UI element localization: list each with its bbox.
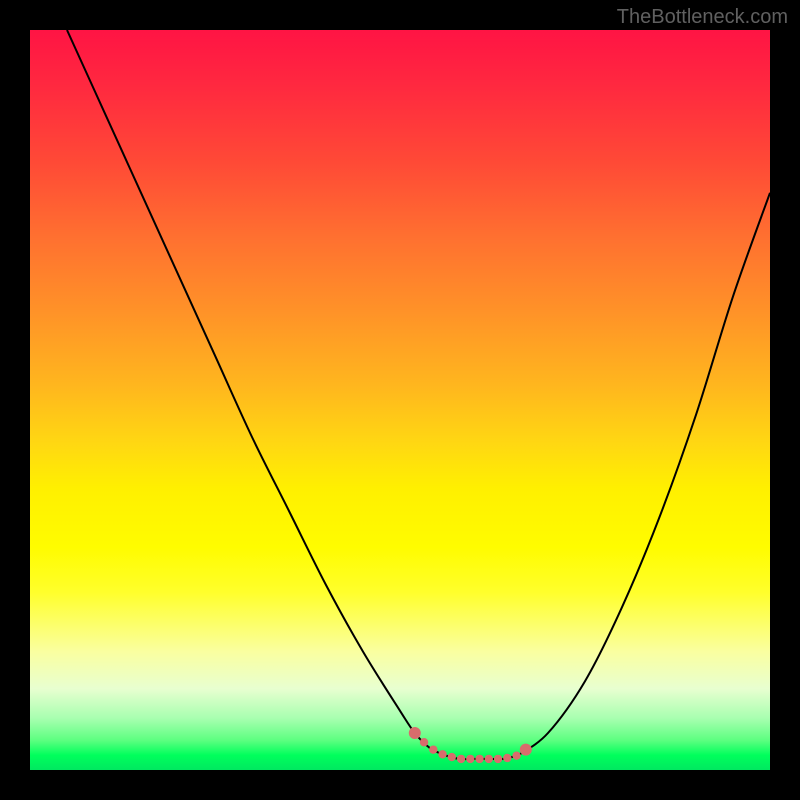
marker-dot bbox=[448, 753, 456, 761]
chart-svg bbox=[30, 30, 770, 770]
curve-lines bbox=[67, 30, 770, 759]
marker-dot bbox=[520, 744, 532, 756]
marker-dot bbox=[466, 755, 474, 763]
marker-dot bbox=[485, 755, 493, 763]
chart-plot-area bbox=[30, 30, 770, 770]
bottleneck-curve bbox=[67, 30, 770, 759]
marker-dot bbox=[457, 755, 465, 763]
marker-dot bbox=[494, 755, 502, 763]
marker-dot bbox=[512, 751, 520, 759]
marker-dot bbox=[475, 755, 483, 763]
marker-dot bbox=[409, 727, 421, 739]
marker-dot bbox=[503, 754, 511, 762]
marker-dot bbox=[420, 738, 428, 746]
marker-dot bbox=[438, 750, 446, 758]
watermark-text: TheBottleneck.com bbox=[617, 6, 788, 29]
marker-dot bbox=[429, 745, 437, 753]
